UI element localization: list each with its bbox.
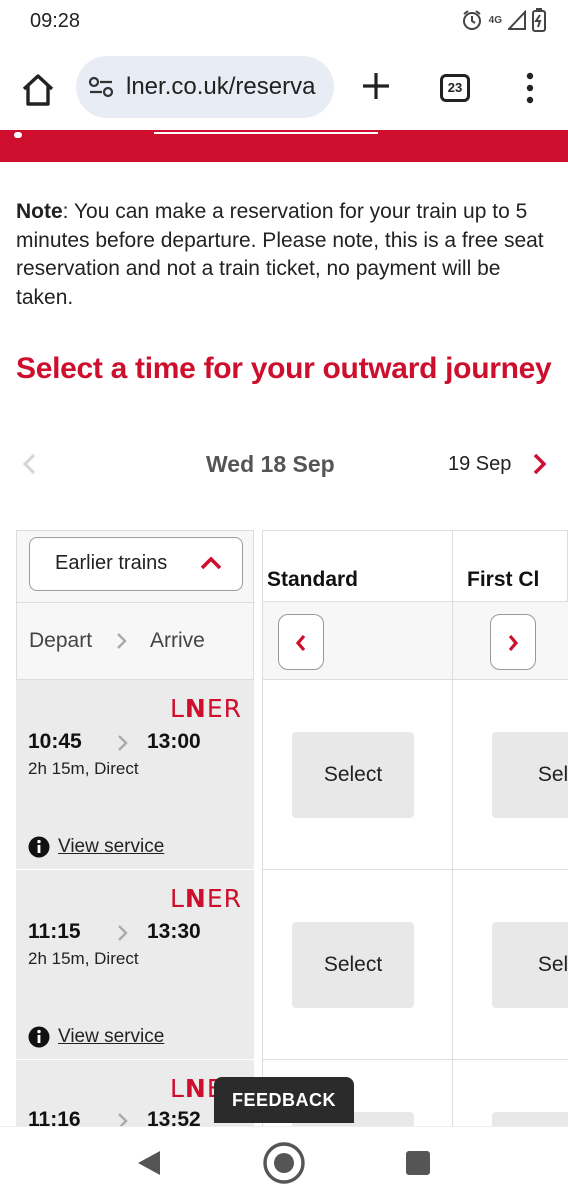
view-service-link[interactable]: View service [58,836,164,858]
network-type: 4G [488,14,502,26]
page-title: Select a time for your outward journey [16,352,552,385]
first-class-column-header: First Cl [467,568,540,591]
fare-class-header: Standard First Cl [262,530,568,602]
previous-date-icon[interactable] [20,452,40,476]
back-icon[interactable] [136,1149,162,1177]
lner-logo: LNER [169,884,242,913]
select-standard-button[interactable]: Select [292,732,414,818]
fare-row: Select Sel [262,870,568,1060]
next-date-icon[interactable] [530,452,550,476]
site-settings-icon[interactable] [88,76,114,98]
arrive-time: 13:52 [147,1108,201,1126]
arrive-label: Arrive [150,629,205,652]
select-first-class-button[interactable]: Sel [492,922,568,1008]
select-standard-button[interactable]: Select [292,922,414,1008]
feedback-button[interactable]: FEEDBACK [214,1077,354,1123]
info-icon [28,1026,50,1048]
address-bar[interactable]: lner.co.uk/reserva [76,56,334,118]
select-first-class-button[interactable]: Sel [492,732,568,818]
standard-column-header: Standard [267,568,359,591]
depart-time: 10:45 [28,730,82,753]
home-nav-icon[interactable] [262,1141,306,1185]
chevron-up-icon [200,556,222,570]
depart-time: 11:16 [28,1108,81,1126]
chevron-right-icon [117,633,127,649]
earlier-trains-button[interactable]: Earlier trains [29,537,243,591]
reservation-note: Note: You can make a reservation for you… [16,198,556,312]
previous-fare-button[interactable] [278,614,324,670]
signal-icon [508,10,526,30]
battery-icon [532,8,546,32]
note-label: Note [16,200,63,223]
status-time: 09:28 [30,10,81,32]
recent-apps-icon[interactable] [406,1151,430,1175]
chevron-right-icon [508,634,519,652]
status-bar: 09:28 4G [0,0,568,44]
train-row: LNER 10:45 13:00 2h 15m, Direct View ser… [16,680,254,870]
fare-nav-row [262,602,568,680]
fare-row: Select Sel [262,680,568,870]
page: 09:28 4G lner.co.uk/reserva 23 Note: You… [0,0,568,1200]
status-icons: 4G [461,8,546,32]
duration: 2h 15m, Direct [28,759,139,778]
depart-time: 11:15 [28,920,81,943]
duration: 2h 15m, Direct [28,949,139,968]
current-date: Wed 18 Sep [206,451,335,477]
next-date-link[interactable]: 19 Sep [448,453,511,476]
browser-toolbar: lner.co.uk/reserva 23 [0,44,568,130]
new-tab-icon[interactable] [358,68,394,104]
note-text: : You can make a reservation for your tr… [16,200,544,309]
train-row: LNER 11:15 13:30 2h 15m, Direct View ser… [16,870,254,1060]
chevron-right-icon [118,925,128,941]
url-text: lner.co.uk/reserva [126,73,316,100]
lner-logo: LNER [169,694,242,723]
more-menu-icon[interactable] [520,72,540,104]
journey-table: Earlier trains Depart Arrive LNER 10:45 … [16,530,568,1126]
select-first-class-button[interactable] [492,1112,568,1126]
chevron-right-icon [118,735,128,751]
arrive-time: 13:00 [147,730,201,753]
system-navigation-bar [0,1126,568,1200]
next-fare-button[interactable] [490,614,536,670]
arrive-time: 13:30 [147,920,201,943]
train-column-header: Earlier trains Depart Arrive [16,530,255,680]
chevron-left-icon [295,634,306,652]
fare-grid: Standard First Cl Select Sel Select Sel [262,530,568,1126]
chevron-right-icon [118,1113,128,1126]
view-service-link[interactable]: View service [58,1026,164,1048]
tab-switcher-button[interactable]: 23 [440,74,470,102]
site-banner [0,130,568,162]
train-column: Earlier trains Depart Arrive LNER 10:45 … [16,530,255,1126]
earlier-trains-label: Earlier trains [55,552,168,574]
alarm-icon [462,10,481,30]
info-icon [28,836,50,858]
depart-label: Depart [29,629,93,652]
home-icon[interactable] [18,70,58,110]
